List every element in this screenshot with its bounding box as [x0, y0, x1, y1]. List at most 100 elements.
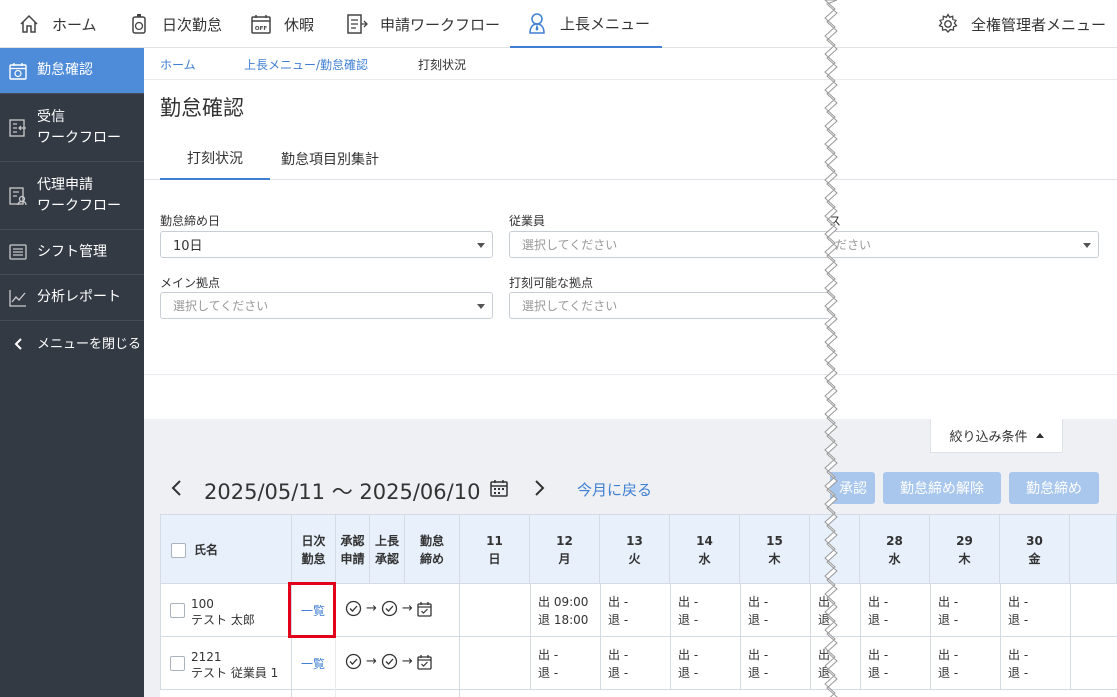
- column-divider: [740, 637, 741, 690]
- header-day-weekday: 火: [628, 552, 641, 566]
- closing-day-select[interactable]: 10日: [160, 231, 493, 258]
- approval-flow: → →: [345, 653, 432, 670]
- column-divider: [740, 584, 741, 637]
- close-label: 勤怠締め: [1026, 481, 1082, 497]
- column-divider: [1000, 584, 1001, 637]
- column-divider: [860, 584, 861, 637]
- clock-out: 退 -: [1008, 666, 1029, 680]
- clock-in: 出 -: [868, 648, 889, 662]
- header-day: 29 木: [930, 515, 1000, 585]
- flow-arrow: →: [366, 654, 377, 669]
- breadcrumb-home[interactable]: ホーム: [160, 56, 196, 73]
- header-text: 申請: [340, 552, 365, 566]
- header-day: 30 金: [1000, 515, 1070, 585]
- close-button[interactable]: 勤怠締め: [1009, 472, 1099, 504]
- chevron-left-icon: [8, 337, 28, 351]
- filter-conditions-toggle[interactable]: 絞り込み条件: [930, 419, 1063, 453]
- sidebar-item-received-workflow[interactable]: 受信 ワークフロー: [0, 94, 144, 162]
- punch-cell[interactable]: 出 - 退 -: [1008, 593, 1028, 629]
- nav-workflow[interactable]: 申請ワークフロー: [346, 0, 500, 48]
- clock-out: 退 -: [1008, 613, 1029, 627]
- header-day-date: 12: [556, 534, 573, 548]
- punch-cell[interactable]: 出 - 退 -: [868, 593, 888, 629]
- header-day-weekday: 木: [768, 552, 781, 566]
- prev-period-icon[interactable]: [170, 478, 184, 498]
- header-text: 承認: [374, 552, 399, 566]
- sidebar: 勤怠確認 受信 ワークフロー 代理申請 ワークフロー シフト管理 分析レポート メニ…: [0, 48, 144, 697]
- column-divider: [1000, 637, 1001, 690]
- sidebar-item-proxy-workflow[interactable]: 代理申請 ワークフロー: [0, 162, 144, 230]
- clock-in: 出 -: [608, 595, 629, 609]
- workflow-list-icon: [346, 13, 368, 35]
- header-day-date: 14: [696, 534, 713, 548]
- column-divider: [1070, 637, 1071, 690]
- breadcrumb-separator: [214, 62, 215, 66]
- nav-manager-menu[interactable]: 上長メニュー: [510, 0, 662, 48]
- sidebar-item-analysis-report[interactable]: 分析レポート: [0, 275, 144, 321]
- header-day-date: 30: [1026, 534, 1043, 548]
- employee-cell: 2121 テスト 従業員 1: [191, 649, 278, 681]
- header-day-date: 13: [626, 534, 643, 548]
- row-checkbox[interactable]: [170, 656, 185, 671]
- section-divider: [144, 374, 1117, 375]
- filter-toggle-label: 絞り込み条件: [949, 430, 1028, 445]
- employee-name: テスト 太郎: [191, 613, 255, 627]
- third-filter-select[interactable]: ださい: [829, 231, 1099, 258]
- employee-select[interactable]: 選択してください: [509, 231, 829, 258]
- punch-cell[interactable]: 出 - 退 -: [608, 646, 628, 682]
- punch-cell[interactable]: 出 - 退 -: [678, 646, 698, 682]
- nav-admin-menu[interactable]: 全権管理者メニュー: [937, 0, 1106, 48]
- punch-location-select[interactable]: 選択してください: [509, 292, 829, 319]
- daily-list-link[interactable]: 一覧: [301, 655, 325, 672]
- sidebar-item-attendance-check[interactable]: 勤怠確認: [0, 48, 144, 94]
- punch-cell[interactable]: 出 - 退 -: [868, 646, 888, 682]
- check-circle-icon: [381, 653, 398, 670]
- punch-cell[interactable]: 出 - 退 -: [608, 593, 628, 629]
- header-name-label: 氏名: [194, 543, 219, 557]
- nav-manager-label: 上長メニュー: [560, 14, 651, 33]
- column-divider: [930, 637, 931, 690]
- closing-day-label: 勤怠締め日: [160, 214, 221, 228]
- next-period-icon[interactable]: [532, 478, 546, 498]
- main-location-select[interactable]: 選択してください: [160, 292, 493, 319]
- close-release-button[interactable]: 勤怠締め解除: [883, 472, 1001, 504]
- header-day: 11 日: [460, 515, 530, 585]
- tab-item-summary[interactable]: 勤怠項目別集計: [270, 138, 390, 180]
- clock-out: 退 -: [868, 613, 889, 627]
- punch-cell[interactable]: 出 - 退 -: [1008, 646, 1028, 682]
- clock-in: 出 -: [1008, 595, 1029, 609]
- home-icon: [18, 13, 40, 35]
- punch-cell[interactable]: 出 - 退 -: [938, 593, 958, 629]
- punch-cell[interactable]: 出 - 退 -: [938, 646, 958, 682]
- approval-flow: → →: [345, 600, 432, 617]
- nav-daily-attendance[interactable]: 日次勤怠: [128, 0, 222, 48]
- main-location-label: メイン拠点: [160, 276, 221, 290]
- header-day-date: 29: [956, 534, 973, 548]
- svg-text:OFF: OFF: [255, 26, 267, 32]
- punch-cell[interactable]: 出 - 退 -: [748, 593, 768, 629]
- calendar-icon[interactable]: [489, 478, 509, 498]
- sidebar-close-menu[interactable]: メニューを閉じる: [0, 321, 144, 367]
- header-day-date: 28: [886, 534, 903, 548]
- clock-in: 出 -: [938, 648, 959, 662]
- punch-cell[interactable]: 出 - 退 -: [748, 646, 768, 682]
- select-all-checkbox[interactable]: [171, 542, 186, 558]
- back-to-this-month-link[interactable]: 今月に戻る: [577, 479, 652, 500]
- punch-cell[interactable]: 出 - 退 -: [678, 593, 698, 629]
- header-text: 勤怠: [419, 534, 444, 548]
- punch-cell[interactable]: 出 - 退 -: [538, 646, 558, 682]
- breadcrumb-parent[interactable]: 上長メニュー/勤怠確認: [244, 56, 368, 73]
- period-range: 2025/05/11 〜 2025/06/10: [204, 480, 481, 504]
- tab-punch-status[interactable]: 打刻状況: [160, 138, 270, 180]
- flow-arrow: →: [366, 601, 377, 616]
- punch-cell[interactable]: 出 09:00 退 18:00: [538, 593, 588, 629]
- sidebar-item-label-line1: 受信: [37, 108, 65, 125]
- clock-in: 出 -: [748, 595, 769, 609]
- nav-home[interactable]: ホーム: [18, 0, 97, 48]
- row-checkbox[interactable]: [170, 603, 185, 618]
- clock-out: 退 -: [748, 666, 769, 680]
- sidebar-item-shift-management[interactable]: シフト管理: [0, 230, 144, 275]
- nav-leave[interactable]: OFF 休暇: [250, 0, 314, 48]
- header-day: 12 月: [530, 515, 600, 585]
- header-text: 上長: [374, 534, 399, 548]
